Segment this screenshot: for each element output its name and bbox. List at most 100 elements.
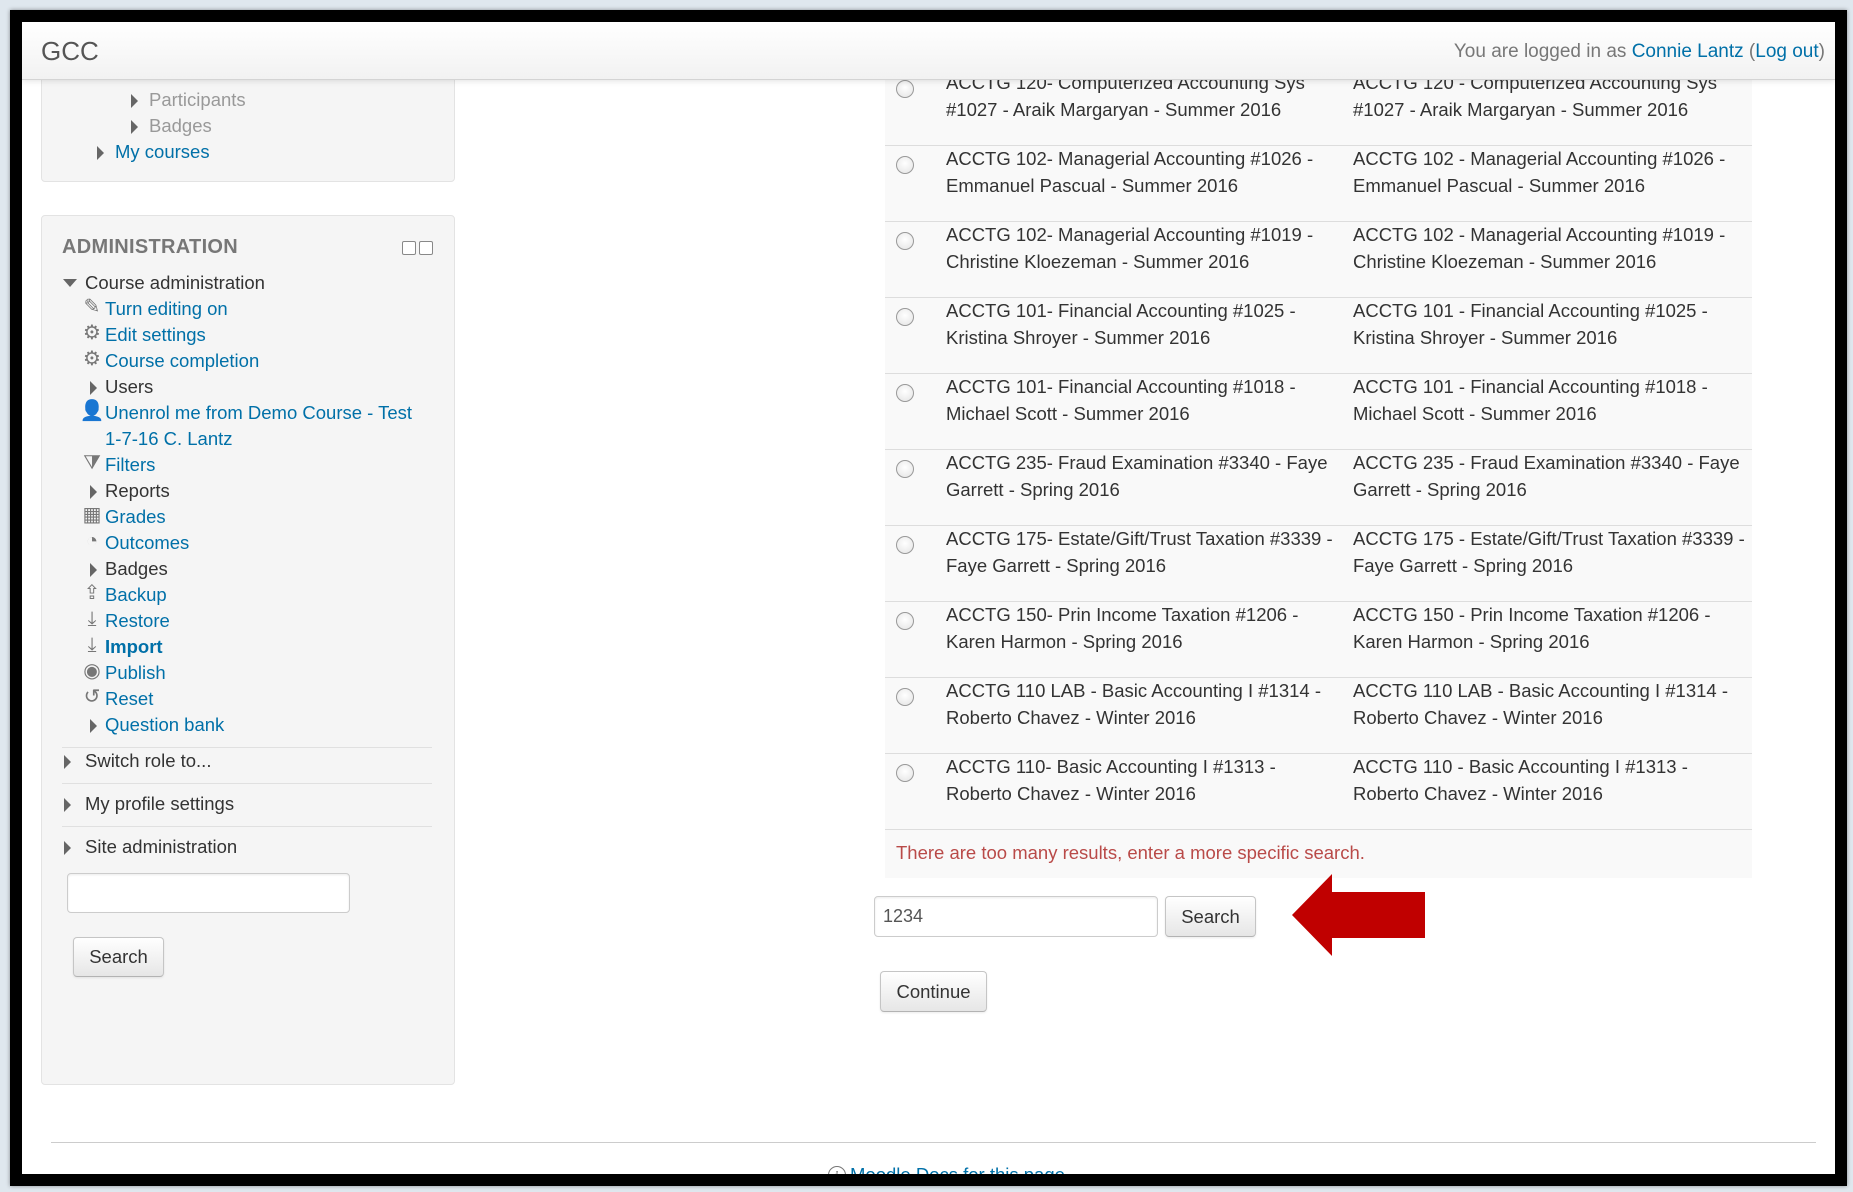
warning-row: There are too many results, enter a more…: [885, 830, 1752, 878]
reset-icon: ↺: [83, 686, 101, 708]
hide-block-icon[interactable]: [419, 241, 433, 255]
admin-search-input[interactable]: [67, 873, 350, 913]
course-shortname-cell: ACCTG 102- Managerial Accounting #1026 -…: [946, 148, 1314, 196]
table-row[interactable]: ACCTG 110 LAB - Basic Accounting I #1314…: [885, 678, 1752, 754]
expand-icon[interactable]: [90, 381, 97, 395]
restore-link[interactable]: Restore: [105, 609, 170, 633]
upload-icon: ⇪: [83, 582, 101, 604]
edit-settings-link[interactable]: Edit settings: [105, 323, 206, 347]
course-radio[interactable]: [896, 308, 914, 326]
course-shortname-cell: ACCTG 110 LAB - Basic Accounting I #1314…: [946, 680, 1321, 728]
course-fullname-cell: ACCTG 110 LAB - Basic Accounting I #1314…: [1353, 680, 1728, 728]
expand-icon[interactable]: [131, 120, 138, 134]
continue-button[interactable]: Continue: [880, 971, 987, 1012]
table-row[interactable]: ACCTG 110- Basic Accounting I #1313 - Ro…: [885, 754, 1752, 830]
info-icon: i: [828, 1166, 846, 1174]
course-shortname-cell: ACCTG 235- Fraud Examination #3340 - Fay…: [946, 452, 1328, 500]
turn-editing-on-link[interactable]: Turn editing on: [105, 297, 228, 321]
course-fullname-cell: ACCTG 110 - Basic Accounting I #1313 - R…: [1353, 756, 1688, 804]
expand-icon[interactable]: [90, 719, 97, 733]
expand-icon[interactable]: [97, 146, 104, 160]
course-fullname-cell: ACCTG 175 - Estate/Gift/Trust Taxation #…: [1353, 528, 1745, 576]
course-search-button[interactable]: Search: [1165, 896, 1256, 937]
screenshot-frame: Participants Badges My courses ADMINISTR…: [10, 10, 1847, 1186]
moodle-docs-label[interactable]: Moodle Docs for this page: [850, 1164, 1065, 1174]
course-fullname-cell: ACCTG 102 - Managerial Accounting #1019 …: [1353, 224, 1726, 272]
site-brand[interactable]: GCC: [41, 36, 99, 67]
table-row[interactable]: ACCTG 120- Computerized Accounting Sys #…: [885, 70, 1752, 146]
my-profile-settings-node[interactable]: My profile settings: [85, 792, 234, 816]
users-node[interactable]: Users: [105, 375, 153, 399]
nav-badges[interactable]: Badges: [149, 114, 212, 138]
course-shortname-cell: ACCTG 110- Basic Accounting I #1313 - Ro…: [946, 756, 1276, 804]
reports-node[interactable]: Reports: [105, 479, 170, 503]
expand-icon[interactable]: [64, 798, 71, 812]
logout-close: ): [1818, 41, 1825, 62]
filters-link[interactable]: Filters: [105, 453, 155, 477]
outcomes-link[interactable]: Outcomes: [105, 531, 189, 555]
logout-link[interactable]: Log out: [1755, 41, 1818, 62]
table-row[interactable]: ACCTG 101- Financial Accounting #1018 - …: [885, 374, 1752, 450]
login-info: You are logged in as Connie Lantz (Log o…: [1454, 41, 1825, 63]
course-fullname-cell: ACCTG 102 - Managerial Accounting #1026 …: [1353, 148, 1726, 196]
login-prefix: You are logged in as: [1453, 41, 1632, 62]
import-link[interactable]: Import: [105, 635, 163, 659]
expand-icon[interactable]: [131, 94, 138, 108]
course-radio[interactable]: [896, 688, 914, 706]
table-icon: ▦: [82, 504, 102, 526]
unenrol-link-line2[interactable]: 1-7-16 C. Lantz: [105, 427, 233, 451]
course-radio[interactable]: [896, 232, 914, 250]
course-radio[interactable]: [896, 764, 914, 782]
gear-icon: ⚙: [83, 322, 101, 344]
admin-search-button[interactable]: Search: [73, 937, 164, 977]
table-row[interactable]: ACCTG 102- Managerial Accounting #1019 -…: [885, 222, 1752, 298]
moodle-page: Participants Badges My courses ADMINISTR…: [22, 22, 1835, 1174]
table-row[interactable]: ACCTG 101- Financial Accounting #1025 - …: [885, 298, 1752, 374]
expand-icon[interactable]: [64, 841, 71, 855]
table-row[interactable]: ACCTG 235- Fraud Examination #3340 - Fay…: [885, 450, 1752, 526]
table-row[interactable]: ACCTG 175- Estate/Gift/Trust Taxation #3…: [885, 526, 1752, 602]
divider: [62, 783, 432, 784]
expand-icon[interactable]: [90, 485, 97, 499]
moodle-docs-link[interactable]: i Moodle Docs for this page: [828, 1164, 1065, 1174]
collapse-icon[interactable]: [63, 279, 77, 287]
expand-icon[interactable]: [90, 563, 97, 577]
user-profile-link[interactable]: Connie Lantz: [1632, 41, 1744, 62]
publish-link[interactable]: Publish: [105, 661, 166, 685]
reset-link[interactable]: Reset: [105, 687, 153, 711]
globe-icon: ◉: [83, 660, 101, 682]
switch-role-node[interactable]: Switch role to...: [85, 749, 211, 773]
backup-link[interactable]: Backup: [105, 583, 167, 607]
grades-link[interactable]: Grades: [105, 505, 166, 529]
course-shortname-cell: ACCTG 101- Financial Accounting #1025 - …: [946, 300, 1296, 348]
course-administration[interactable]: Course administration: [85, 271, 265, 295]
course-shortname-cell: ACCTG 102- Managerial Accounting #1019 -…: [946, 224, 1314, 272]
too-many-results-warning: There are too many results, enter a more…: [896, 842, 1365, 863]
dock-icon[interactable]: [402, 241, 416, 255]
course-search-input[interactable]: 1234: [874, 896, 1158, 937]
table-row[interactable]: ACCTG 150- Prin Income Taxation #1206 - …: [885, 602, 1752, 678]
course-radio[interactable]: [896, 80, 914, 98]
table-row[interactable]: ACCTG 102- Managerial Accounting #1026 -…: [885, 146, 1752, 222]
course-completion-link[interactable]: Course completion: [105, 349, 259, 373]
badges-node[interactable]: Badges: [105, 557, 168, 581]
nav-my-courses[interactable]: My courses: [115, 140, 210, 164]
unenrol-link[interactable]: Unenrol me from Demo Course - Test: [105, 401, 412, 425]
course-radio[interactable]: [896, 536, 914, 554]
course-radio[interactable]: [896, 156, 914, 174]
course-radio[interactable]: [896, 612, 914, 630]
expand-icon[interactable]: [64, 755, 71, 769]
site-administration-node[interactable]: Site administration: [85, 835, 237, 859]
user-icon: 👤: [79, 400, 105, 422]
question-bank-link[interactable]: Question bank: [105, 713, 224, 737]
divider: [62, 747, 432, 748]
block-title: ADMINISTRATION: [62, 236, 239, 258]
course-radio[interactable]: [896, 460, 914, 478]
course-shortname-cell: ACCTG 101- Financial Accounting #1018 - …: [946, 376, 1296, 424]
navbar: GCC You are logged in as Connie Lantz (L…: [22, 22, 1835, 80]
course-fullname-cell: ACCTG 235 - Fraud Examination #3340 - Fa…: [1353, 452, 1740, 500]
outcomes-icon: ◔: [85, 530, 99, 552]
nav-participants[interactable]: Participants: [149, 88, 246, 112]
course-fullname-cell: ACCTG 101 - Financial Accounting #1025 -…: [1353, 300, 1708, 348]
course-radio[interactable]: [896, 384, 914, 402]
